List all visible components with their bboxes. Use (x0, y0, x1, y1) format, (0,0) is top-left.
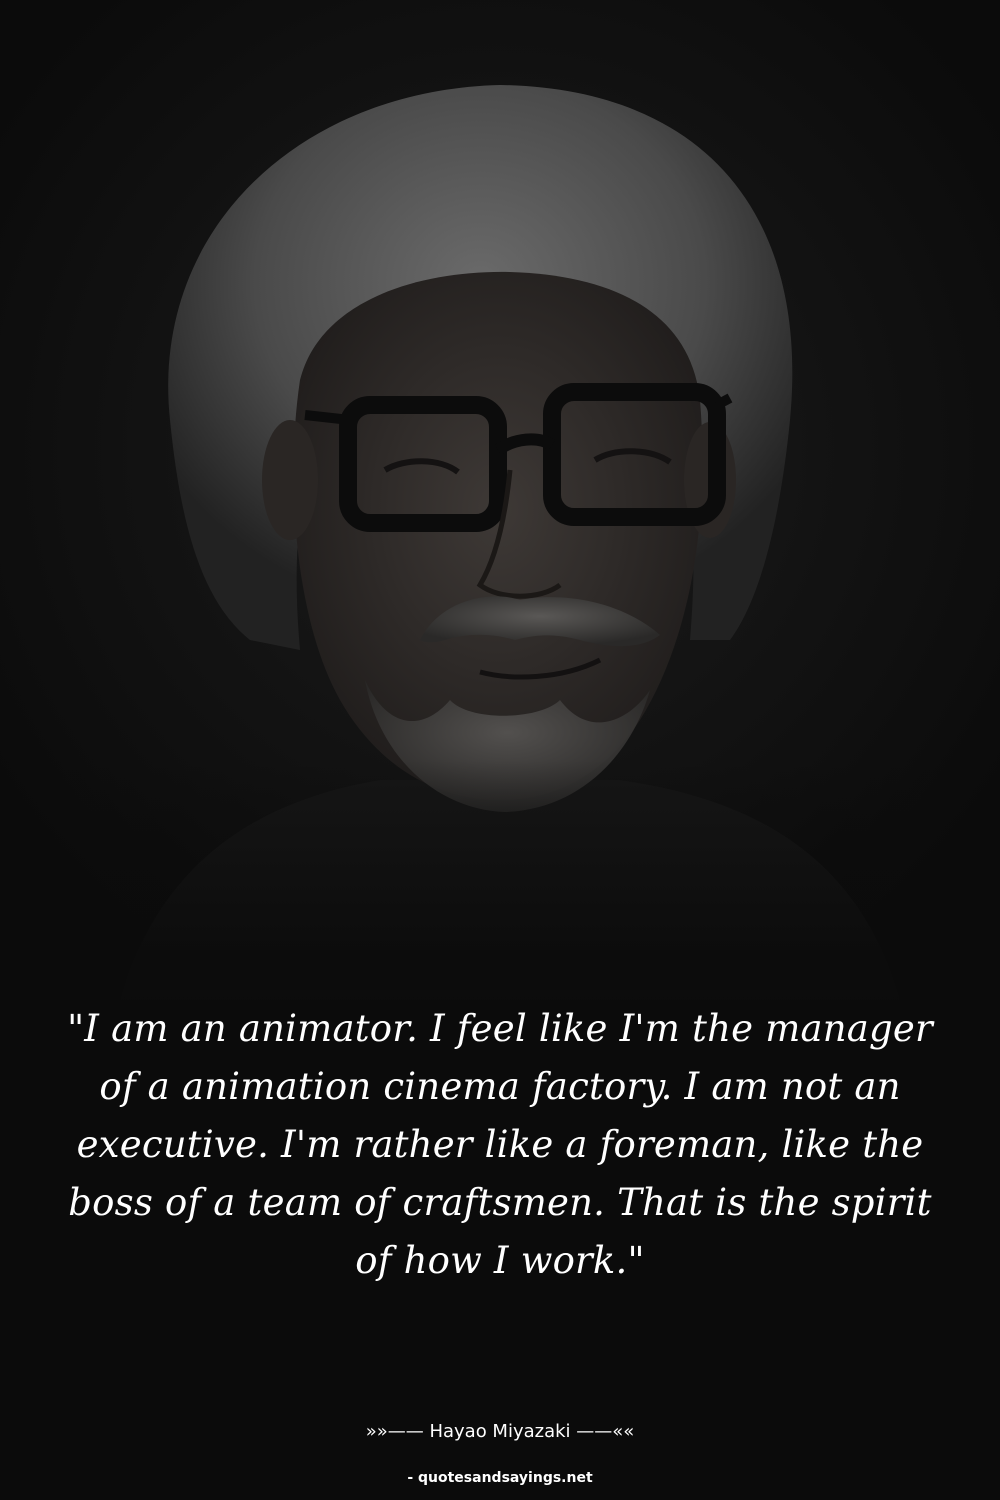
author-line: »»—— Hayao Miyazaki ——«« (365, 1421, 635, 1442)
quote-card: "I am an animator. I feel like I'm the m… (0, 0, 1000, 1500)
quote-text: "I am an animator. I feel like I'm the m… (67, 1007, 933, 1282)
source-credit: - quotesandsayings.net (407, 1470, 593, 1486)
photo-fade-overlay (0, 760, 1000, 1020)
